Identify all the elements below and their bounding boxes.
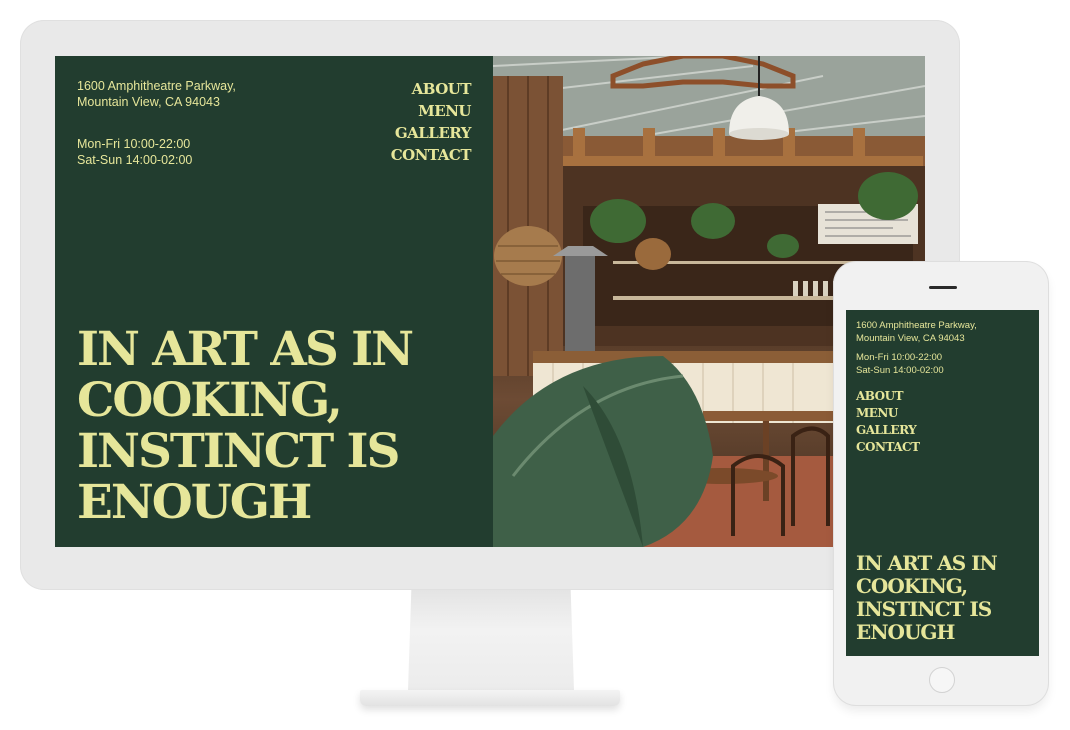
headline-line-4: ENOUGH xyxy=(77,475,312,530)
headline-line-2: COOKING, xyxy=(77,373,343,428)
headline-line-1: IN ART AS IN xyxy=(77,322,414,377)
mobile-hero-headline: IN ART AS IN COOKING, INSTINCT IS ENOUGH xyxy=(856,552,1036,644)
nav-about[interactable]: ABOUT xyxy=(355,78,472,100)
desktop-screen: 1600 Amphitheatre Parkway, Mountain View… xyxy=(55,56,925,547)
mobile-hours-weekdays: Mon-Fri 10:00-22:00 xyxy=(856,352,943,363)
mobile-nav: ABOUT MENU GALLERY CONTACT xyxy=(856,388,920,456)
mobile-nav-gallery[interactable]: GALLERY xyxy=(856,422,920,439)
mobile-headline-line-4: ENOUGH xyxy=(856,620,955,644)
headline-line-3: INSTINCT IS xyxy=(77,424,400,479)
phone-frame: 1600 Amphitheatre Parkway, Mountain View… xyxy=(834,262,1048,705)
address-block: 1600 Amphitheatre Parkway, Mountain View… xyxy=(77,78,317,110)
monitor-stand-neck xyxy=(408,590,574,690)
phone-screen: 1600 Amphitheatre Parkway, Mountain View… xyxy=(846,310,1039,656)
desktop-monitor-frame: 1600 Amphitheatre Parkway, Mountain View… xyxy=(20,20,960,590)
phone-home-button[interactable] xyxy=(929,667,955,693)
nav-gallery[interactable]: GALLERY xyxy=(355,122,472,144)
mobile-nav-contact[interactable]: CONTACT xyxy=(856,439,920,456)
phone-speaker xyxy=(929,286,957,289)
address-line-1: 1600 Amphitheatre Parkway, xyxy=(77,79,236,93)
monitor-stand-base xyxy=(360,690,620,706)
hours-weekend: Sat-Sun 14:00-02:00 xyxy=(77,153,193,167)
mobile-headline-line-2: COOKING, xyxy=(856,574,968,598)
mobile-headline-line-1: IN ART AS IN xyxy=(856,551,998,575)
hours-weekdays: Mon-Fri 10:00-22:00 xyxy=(77,137,191,151)
mobile-nav-menu[interactable]: MENU xyxy=(856,405,920,422)
mobile-nav-about[interactable]: ABOUT xyxy=(856,388,920,405)
main-nav: ABOUT MENU GALLERY CONTACT xyxy=(355,78,472,166)
nav-contact[interactable]: CONTACT xyxy=(355,144,472,166)
address-line-2: Mountain View, CA 94043 xyxy=(77,95,220,109)
mobile-hours-block: Mon-Fri 10:00-22:00 Sat-Sun 14:00-02:00 xyxy=(856,352,944,377)
mobile-address-block: 1600 Amphitheatre Parkway, Mountain View… xyxy=(856,320,977,345)
mobile-headline-line-3: INSTINCT IS xyxy=(856,597,992,621)
mobile-address-line-1: 1600 Amphitheatre Parkway, xyxy=(856,320,977,331)
hero-headline: IN ART AS IN COOKING, INSTINCT IS ENOUGH xyxy=(77,324,477,528)
mobile-hours-weekend: Sat-Sun 14:00-02:00 xyxy=(856,364,944,376)
hours-block: Mon-Fri 10:00-22:00 Sat-Sun 14:00-02:00 xyxy=(77,136,317,168)
mobile-address-line-2: Mountain View, CA 94043 xyxy=(856,332,965,344)
nav-menu[interactable]: MENU xyxy=(355,100,471,122)
